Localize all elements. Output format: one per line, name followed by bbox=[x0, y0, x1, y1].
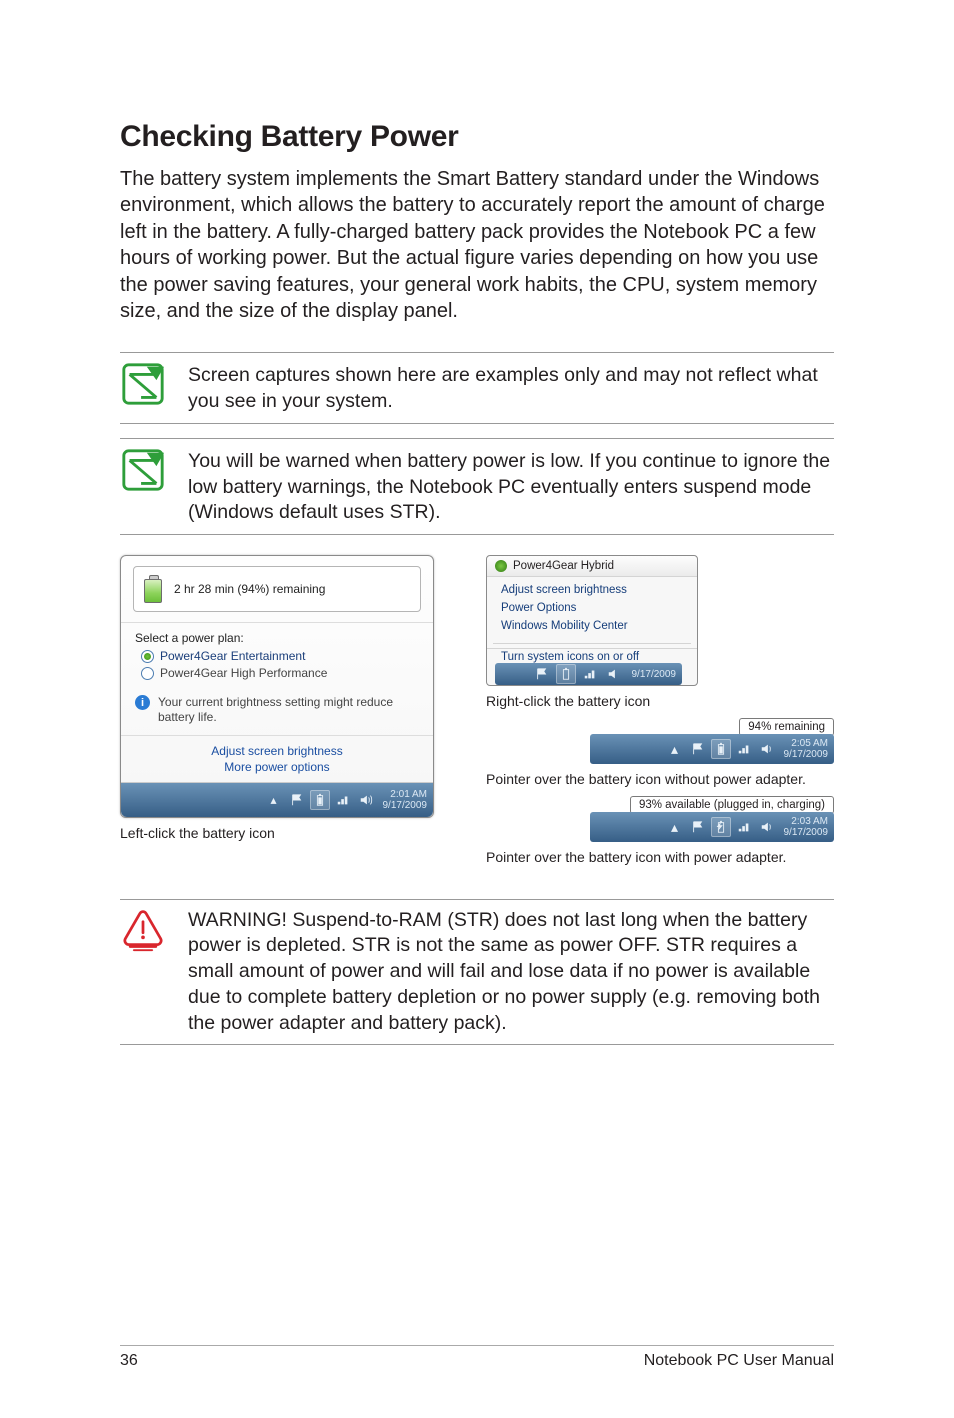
show-hidden-icon[interactable]: ▴ bbox=[665, 739, 685, 759]
note-text: You will be warned when battery power is… bbox=[188, 447, 834, 526]
intro-paragraph: The battery system implements the Smart … bbox=[120, 166, 834, 324]
network-icon[interactable] bbox=[580, 664, 600, 684]
battery-icon bbox=[142, 575, 164, 603]
warning-block: WARNING! Suspend-to-RAM (STR) does not l… bbox=[120, 899, 834, 1046]
brightness-info: i Your current brightness setting might … bbox=[121, 693, 433, 735]
plan-option-1[interactable]: Power4Gear Entertainment bbox=[141, 649, 419, 663]
battery-tray-icon[interactable] bbox=[310, 790, 330, 810]
footer-label: Notebook PC User Manual bbox=[644, 1352, 834, 1370]
network-icon[interactable] bbox=[734, 817, 754, 837]
right-screenshot-column: Power4Gear Hybrid Adjust screen brightne… bbox=[486, 555, 834, 867]
plan-option-2[interactable]: Power4Gear High Performance bbox=[141, 666, 419, 680]
battery-tray-icon[interactable] bbox=[711, 739, 731, 759]
tray-clock[interactable]: 2:03 AM9/17/2009 bbox=[784, 816, 829, 838]
volume-icon[interactable] bbox=[356, 790, 376, 810]
radio-icon bbox=[141, 667, 154, 680]
battery-tray-icon[interactable] bbox=[556, 664, 576, 684]
page-number: 36 bbox=[120, 1352, 138, 1370]
note-icon bbox=[120, 361, 166, 407]
menu-item-power-options[interactable]: Power Options bbox=[487, 599, 697, 617]
tray-clock[interactable]: 2:01 AM 9/17/2009 bbox=[383, 789, 428, 811]
info-icon: i bbox=[135, 695, 150, 710]
flag-icon[interactable] bbox=[688, 817, 708, 837]
battery-charging-tray-icon[interactable] bbox=[711, 817, 731, 837]
note-icon bbox=[120, 447, 166, 493]
volume-icon[interactable] bbox=[757, 739, 777, 759]
volume-icon[interactable] bbox=[604, 664, 624, 684]
power4gear-icon bbox=[495, 560, 507, 572]
remaining-box: 2 hr 28 min (94%) remaining bbox=[133, 566, 421, 612]
flag-icon[interactable] bbox=[688, 739, 708, 759]
plan-label: Power4Gear High Performance bbox=[160, 666, 327, 680]
remaining-text: 2 hr 28 min (94%) remaining bbox=[174, 582, 325, 596]
tray-strip-1: ▴ 2:05 AM9/17/2009 bbox=[590, 734, 834, 764]
warning-icon bbox=[120, 908, 166, 1037]
flag-icon[interactable] bbox=[287, 790, 307, 810]
tray-strip-2: ▴ 2:03 AM9/17/2009 bbox=[590, 812, 834, 842]
tray-clock[interactable]: 2:05 AM9/17/2009 bbox=[784, 738, 829, 760]
note-block-2: You will be warned when battery power is… bbox=[120, 438, 834, 535]
tray-date: 9/17/2009 bbox=[632, 669, 677, 680]
radio-icon bbox=[141, 650, 154, 663]
right-caption-2: Pointer over the battery icon without po… bbox=[486, 770, 834, 788]
adjust-brightness-link[interactable]: Adjust screen brightness bbox=[121, 744, 433, 758]
menu-item-mobility-center[interactable]: Windows Mobility Center bbox=[487, 617, 697, 635]
right-caption-3: Pointer over the battery icon with power… bbox=[486, 848, 834, 866]
show-hidden-icon[interactable]: ▴ bbox=[665, 817, 685, 837]
mini-tray: 9/17/2009 bbox=[495, 663, 682, 685]
menu-title: Power4Gear Hybrid bbox=[513, 560, 614, 572]
network-icon[interactable] bbox=[333, 790, 353, 810]
plan-title: Select a power plan: bbox=[135, 631, 419, 645]
battery-popup: 2 hr 28 min (94%) remaining Select a pow… bbox=[120, 555, 434, 818]
system-tray: ▴ 2:01 AM 9/17/2009 bbox=[121, 782, 433, 817]
network-icon[interactable] bbox=[734, 739, 754, 759]
right-caption-1: Right-click the battery icon bbox=[486, 692, 834, 710]
battery-context-menu: Power4Gear Hybrid Adjust screen brightne… bbox=[486, 555, 698, 686]
note-text: Screen captures shown here are examples … bbox=[188, 361, 834, 414]
left-caption: Left-click the battery icon bbox=[120, 824, 468, 842]
warning-text: WARNING! Suspend-to-RAM (STR) does not l… bbox=[188, 908, 834, 1037]
flag-icon[interactable] bbox=[532, 664, 552, 684]
plan-label: Power4Gear Entertainment bbox=[160, 649, 305, 663]
volume-icon[interactable] bbox=[757, 817, 777, 837]
left-screenshot-column: 2 hr 28 min (94%) remaining Select a pow… bbox=[120, 555, 468, 867]
menu-title-row[interactable]: Power4Gear Hybrid bbox=[487, 556, 697, 577]
page-heading: Checking Battery Power bbox=[120, 120, 834, 154]
menu-item-brightness[interactable]: Adjust screen brightness bbox=[487, 581, 697, 599]
show-hidden-icon[interactable]: ▴ bbox=[264, 790, 284, 810]
note-block-1: Screen captures shown here are examples … bbox=[120, 352, 834, 423]
info-text: Your current brightness setting might re… bbox=[158, 695, 419, 725]
more-power-options-link[interactable]: More power options bbox=[121, 760, 433, 774]
page-footer: 36 Notebook PC User Manual bbox=[120, 1345, 834, 1370]
